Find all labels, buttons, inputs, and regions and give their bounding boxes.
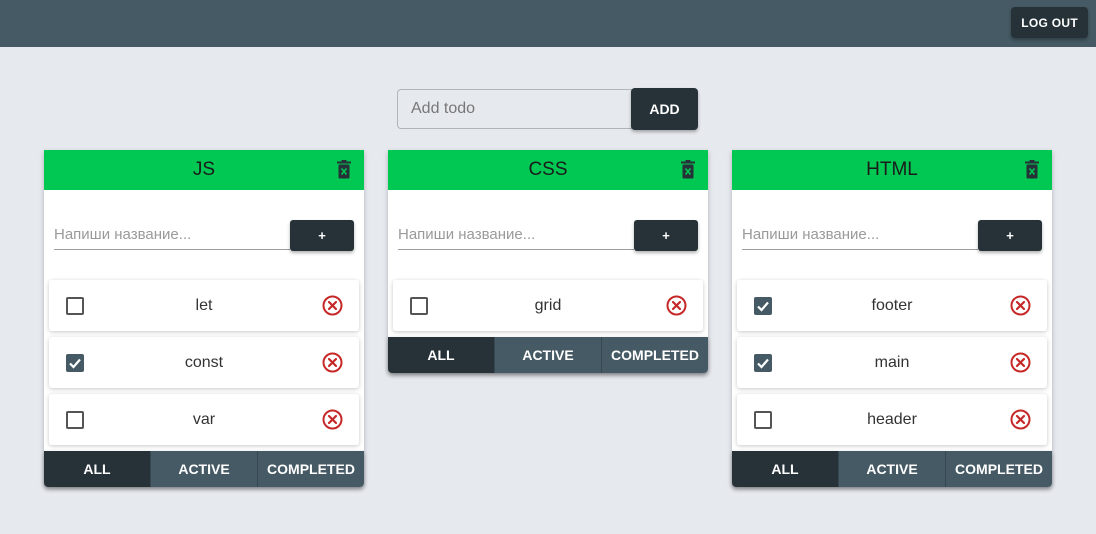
item-text: grid	[534, 296, 562, 314]
item-name-input[interactable]	[54, 220, 290, 250]
list-title: CSS	[528, 159, 568, 180]
filter-completed-button[interactable]: COMPLETED	[945, 451, 1052, 487]
item-checkbox[interactable]	[66, 297, 84, 315]
add-item-form: +	[732, 190, 1052, 280]
add-todo-button[interactable]: ADD	[631, 88, 698, 130]
close-circle-icon[interactable]	[322, 409, 343, 430]
todo-items: grid	[388, 280, 708, 331]
close-circle-icon[interactable]	[1010, 352, 1031, 373]
filter-all-button[interactable]: ALL	[732, 451, 838, 487]
item-checkbox[interactable]	[66, 411, 84, 429]
filter-completed-button[interactable]: COMPLETED	[601, 337, 708, 373]
filter-bar: ALL ACTIVE COMPLETED	[732, 451, 1052, 487]
filter-active-button[interactable]: ACTIVE	[150, 451, 257, 487]
check-icon	[757, 301, 769, 312]
todo-item: var	[49, 394, 359, 445]
list-title: JS	[192, 159, 216, 180]
todo-item: grid	[393, 280, 703, 331]
app-header: LOG OUT	[0, 0, 1096, 47]
trash-icon[interactable]	[1025, 160, 1039, 179]
list-header: JS	[44, 150, 364, 190]
todo-item: footer	[737, 280, 1047, 331]
todo-list-card: HTML + footer main header ALLACTIVECOMPLETED	[732, 150, 1052, 487]
trash-icon[interactable]	[681, 160, 695, 179]
close-circle-icon[interactable]	[666, 295, 687, 316]
add-item-button[interactable]: +	[290, 220, 354, 251]
todo-item: const	[49, 337, 359, 388]
item-name-input[interactable]	[742, 220, 978, 250]
list-header: CSS	[388, 150, 708, 190]
item-text: let	[195, 296, 213, 314]
add-item-button[interactable]: +	[978, 220, 1042, 251]
close-circle-icon[interactable]	[1010, 295, 1031, 316]
filter-bar: ALL ACTIVE COMPLETED	[388, 337, 708, 373]
add-todo-list-form: ADD	[397, 88, 698, 130]
filter-all-button[interactable]: ALL	[44, 451, 150, 487]
check-icon	[69, 358, 81, 369]
filter-active-button[interactable]: ACTIVE	[494, 337, 601, 373]
close-circle-icon[interactable]	[322, 352, 343, 373]
todo-items: footer main header	[732, 280, 1052, 445]
item-checkbox[interactable]	[754, 297, 772, 315]
todo-items: let const var	[44, 280, 364, 445]
filter-active-button[interactable]: ACTIVE	[838, 451, 945, 487]
check-icon	[757, 358, 769, 369]
trash-icon[interactable]	[337, 160, 351, 179]
item-checkbox[interactable]	[410, 297, 428, 315]
list-title: HTML	[866, 159, 918, 180]
item-text: var	[192, 410, 216, 428]
filter-completed-button[interactable]: COMPLETED	[257, 451, 364, 487]
item-checkbox[interactable]	[66, 354, 84, 372]
todo-item: let	[49, 280, 359, 331]
todo-item: main	[737, 337, 1047, 388]
item-text: footer	[871, 296, 913, 314]
add-item-button[interactable]: +	[634, 220, 698, 251]
todo-item: header	[737, 394, 1047, 445]
add-todo-input[interactable]	[397, 89, 632, 129]
todo-list-card: JS + let const var ALLACTIVECOMPLETED	[44, 150, 364, 487]
item-checkbox[interactable]	[754, 411, 772, 429]
close-circle-icon[interactable]	[322, 295, 343, 316]
add-item-form: +	[44, 190, 364, 280]
item-checkbox[interactable]	[754, 354, 772, 372]
add-item-form: +	[388, 190, 708, 280]
item-name-input[interactable]	[398, 220, 634, 250]
filter-bar: ALL ACTIVE COMPLETED	[44, 451, 364, 487]
item-text: const	[184, 353, 224, 371]
list-header: HTML	[732, 150, 1052, 190]
item-text: header	[867, 410, 917, 428]
item-text: main	[874, 353, 910, 371]
filter-all-button[interactable]: ALL	[388, 337, 494, 373]
logout-button[interactable]: LOG OUT	[1011, 7, 1088, 38]
close-circle-icon[interactable]	[1010, 409, 1031, 430]
todo-list-card: CSS + grid ALLACTIVECOMPLETED	[388, 150, 708, 373]
